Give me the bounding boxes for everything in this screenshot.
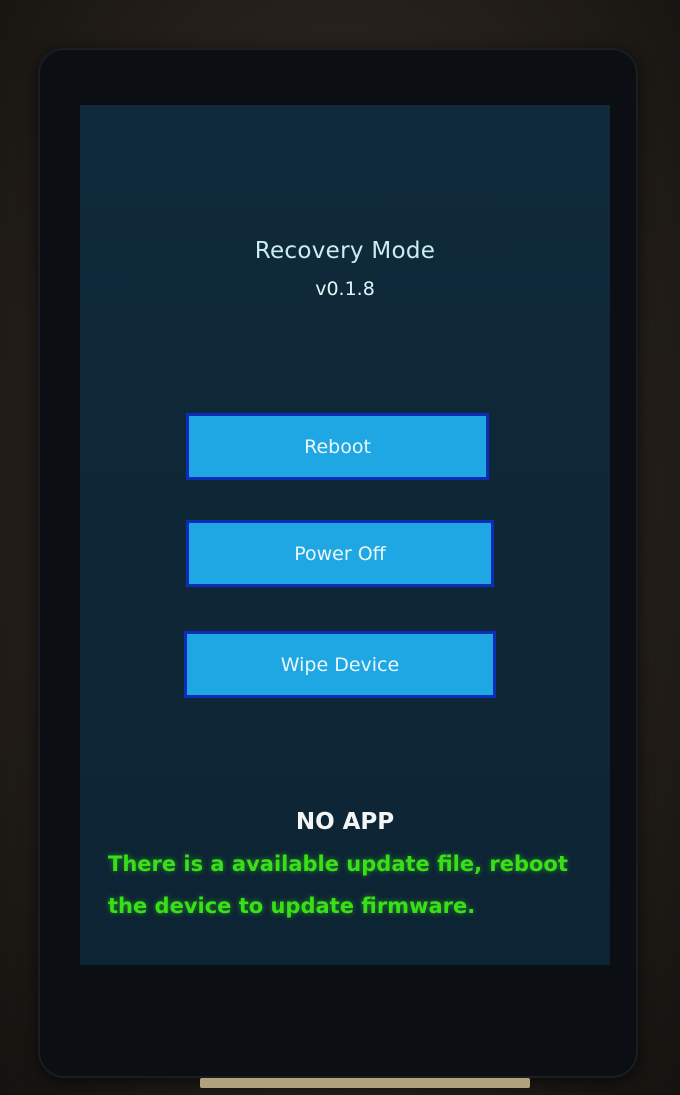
power-off-button[interactable]: Power Off [186, 520, 494, 587]
version-label: v0.1.8 [315, 278, 375, 300]
status-label: NO APP [295, 809, 395, 835]
wipe-device-button[interactable]: Wipe Device [184, 631, 496, 698]
bottom-light-strip [200, 1078, 530, 1088]
page-title: Recovery Mode [254, 238, 436, 264]
update-message: There is a available update file, reboot… [108, 852, 568, 918]
recovery-screen: Recovery Mode v0.1.8 Reboot Power Off Wi… [80, 105, 610, 965]
reboot-button[interactable]: Reboot [186, 413, 489, 480]
